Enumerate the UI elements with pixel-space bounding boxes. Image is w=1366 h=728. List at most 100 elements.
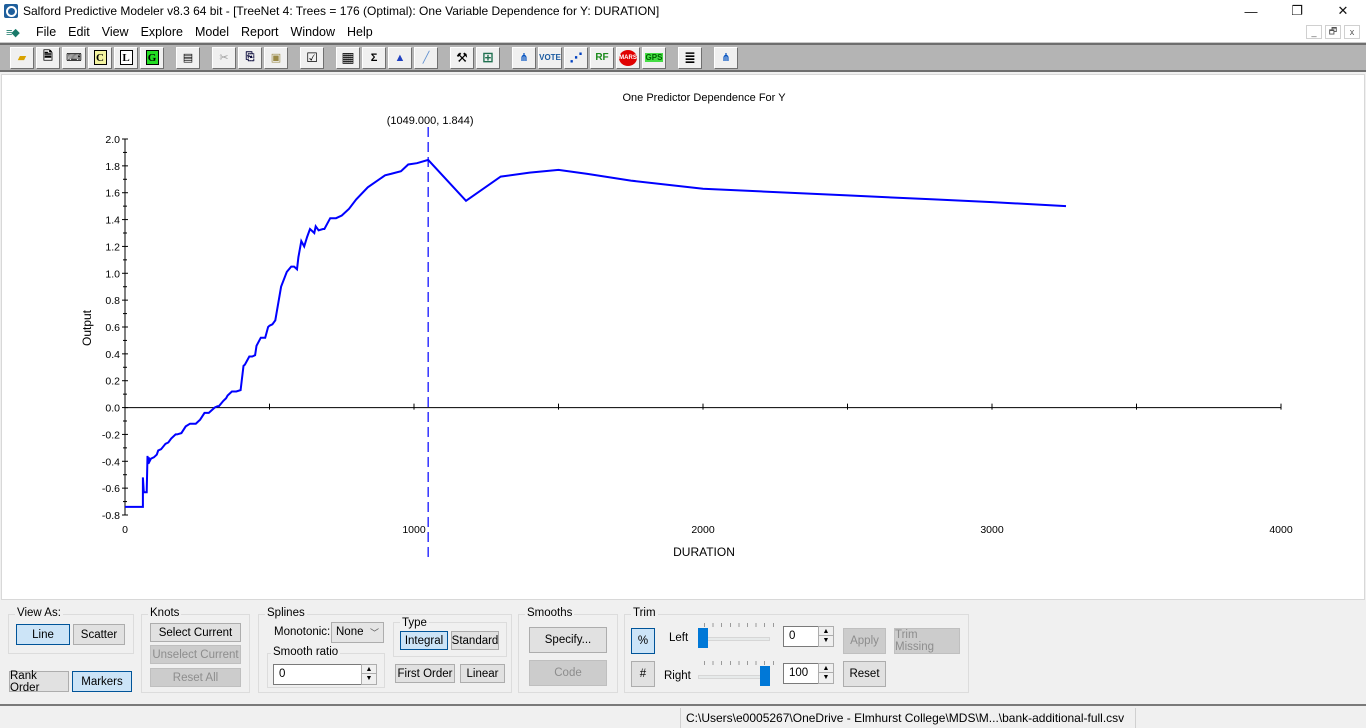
batteries-button[interactable]: ⊞ [476, 46, 500, 69]
notepad-button[interactable]: ≣ [678, 46, 702, 69]
grove-button[interactable]: G [140, 46, 164, 69]
menu-model[interactable]: Model [189, 25, 235, 39]
menu-file[interactable]: File [30, 25, 62, 39]
y-tick-label: 1.8 [105, 161, 120, 173]
model-setup-button[interactable]: ⚒ [450, 46, 474, 69]
x-tick-label: 3000 [980, 524, 1004, 536]
specify-button[interactable]: Specify... [529, 627, 607, 653]
chart-area[interactable]: One Predictor Dependence For Y Output DU… [1, 74, 1365, 600]
spin-down-icon[interactable]: ▼ [819, 673, 833, 682]
log-button[interactable]: L [114, 46, 138, 69]
copy-button[interactable]: ⎘ [238, 46, 262, 69]
y-tick-label: 0.8 [105, 295, 120, 307]
select-current-button[interactable]: Select Current [150, 623, 241, 642]
classic-output-button[interactable]: C [88, 46, 112, 69]
monotonic-select[interactable]: None ﹀ [331, 622, 384, 643]
trim-reset-button[interactable]: Reset [843, 661, 886, 687]
mars-button[interactable]: MARS [616, 46, 640, 69]
options-button[interactable]: ☑ [300, 46, 324, 69]
trim-left-input[interactable]: 0 [783, 626, 819, 647]
restore-button[interactable]: ❐ [1274, 0, 1320, 22]
open-button[interactable]: ▰ [10, 46, 34, 69]
knots-label: Knots [148, 607, 182, 619]
menu-window[interactable]: Window [285, 25, 341, 39]
dependence-chart[interactable]: One Predictor Dependence For Y Output DU… [2, 75, 1366, 601]
log-icon: L [119, 50, 133, 65]
x-tick-label: 2000 [691, 524, 715, 536]
minimize-button[interactable]: — [1228, 0, 1274, 22]
spin-up-icon[interactable]: ▲ [362, 665, 376, 674]
y-tick-label: 0.6 [105, 322, 120, 334]
menu-explore[interactable]: Explore [135, 25, 189, 39]
menu-view[interactable]: View [96, 25, 135, 39]
paste-button[interactable]: ▣ [264, 46, 288, 69]
trim-right-spinner[interactable]: ▲ ▼ [818, 663, 834, 684]
vote-button[interactable]: VOTE [538, 46, 562, 69]
toolbar: ▰ 🗎 ⌨ C L G ▤ ✂ ⎘ ▣ ☑ ▦ Σ ▲ ╱ ⚒ ⊞ ⋔ VOTE… [0, 43, 1366, 72]
options-check-icon: ☑ [306, 49, 318, 65]
mdi-document-icon[interactable]: ≡◆ [6, 25, 26, 39]
spin-up-icon[interactable]: ▲ [819, 627, 833, 636]
trim-missing-button[interactable]: Trim Missing [894, 628, 960, 654]
data-grid-button[interactable]: ▦ [336, 46, 360, 69]
open-icon: ▰ [17, 52, 27, 64]
trim-right-input[interactable]: 100 [783, 663, 819, 684]
close-button[interactable]: ✕ [1320, 0, 1366, 22]
trim-apply-button[interactable]: Apply [843, 628, 886, 654]
trim-left-spinner[interactable]: ▲ ▼ [818, 626, 834, 647]
left-slider-track[interactable] [698, 637, 770, 641]
data-stats-button[interactable]: Σ [362, 46, 386, 69]
y-tick-label: 1.4 [105, 215, 120, 227]
histogram-button[interactable]: ▲ [388, 46, 412, 69]
mdi-minimize-button[interactable]: _ [1306, 25, 1322, 39]
cut-button[interactable]: ✂ [212, 46, 236, 69]
x-axis-label: DURATION [673, 545, 735, 559]
spin-up-icon[interactable]: ▲ [819, 664, 833, 673]
menu-help[interactable]: Help [341, 25, 379, 39]
graph-button[interactable]: ╱ [414, 46, 438, 69]
smooth-ratio-input[interactable]: 0 [273, 664, 362, 685]
unselect-current-button[interactable]: Unselect Current [150, 645, 241, 664]
score-button[interactable]: ⋔ [714, 46, 738, 69]
rank-order-button[interactable]: Rank Order [9, 670, 69, 694]
right-slider-ticks [704, 661, 774, 665]
y-tick-label: 0.0 [105, 403, 120, 415]
monotonic-value: None [336, 626, 364, 638]
splines-label: Splines [265, 607, 307, 619]
code-button[interactable]: Code [529, 660, 607, 686]
scatter-button[interactable]: Scatter [73, 624, 125, 645]
command-button[interactable]: ⌨ [62, 46, 86, 69]
reset-all-knots-button[interactable]: Reset All [150, 668, 241, 687]
left-slider-thumb[interactable] [698, 628, 708, 648]
score-icon: ⋔ [721, 52, 731, 64]
mdi-close-button[interactable]: x [1344, 25, 1360, 39]
smooth-ratio-spinner[interactable]: ▲ ▼ [361, 664, 377, 685]
markers-button[interactable]: Markers [72, 671, 132, 692]
treenet-button[interactable]: ⋰ [564, 46, 588, 69]
series-line [125, 158, 1067, 508]
chart-title: One Predictor Dependence For Y [622, 92, 786, 104]
trim-left-label: Left [669, 632, 689, 644]
first-order-button[interactable]: First Order [395, 664, 455, 683]
spin-down-icon[interactable]: ▼ [362, 674, 376, 683]
gps-button[interactable]: GPS [642, 46, 666, 69]
cart-button[interactable]: ⋔ [512, 46, 536, 69]
linear-button[interactable]: Linear [460, 664, 505, 683]
smooth-ratio-label: Smooth ratio [271, 646, 341, 658]
print-button[interactable]: ▤ [176, 46, 200, 69]
window-title: Salford Predictive Modeler v8.3 64 bit -… [23, 4, 660, 18]
mdi-restore-button[interactable]: 🗗 [1325, 25, 1341, 39]
title-bar: Salford Predictive Modeler v8.3 64 bit -… [0, 0, 1366, 22]
line-button[interactable]: Line [16, 624, 70, 645]
menu-edit[interactable]: Edit [62, 25, 96, 39]
standard-button[interactable]: Standard [451, 631, 499, 650]
y-tick-label: -0.2 [102, 429, 120, 441]
random-forests-button[interactable]: RF [590, 46, 614, 69]
menu-report[interactable]: Report [235, 25, 285, 39]
open-report-button[interactable]: 🗎 [36, 46, 60, 69]
trim-percent-button[interactable]: % [631, 628, 655, 654]
trim-count-button[interactable]: # [631, 661, 655, 687]
integral-button[interactable]: Integral [400, 631, 448, 650]
right-slider-thumb[interactable] [760, 666, 770, 686]
spin-down-icon[interactable]: ▼ [819, 636, 833, 645]
